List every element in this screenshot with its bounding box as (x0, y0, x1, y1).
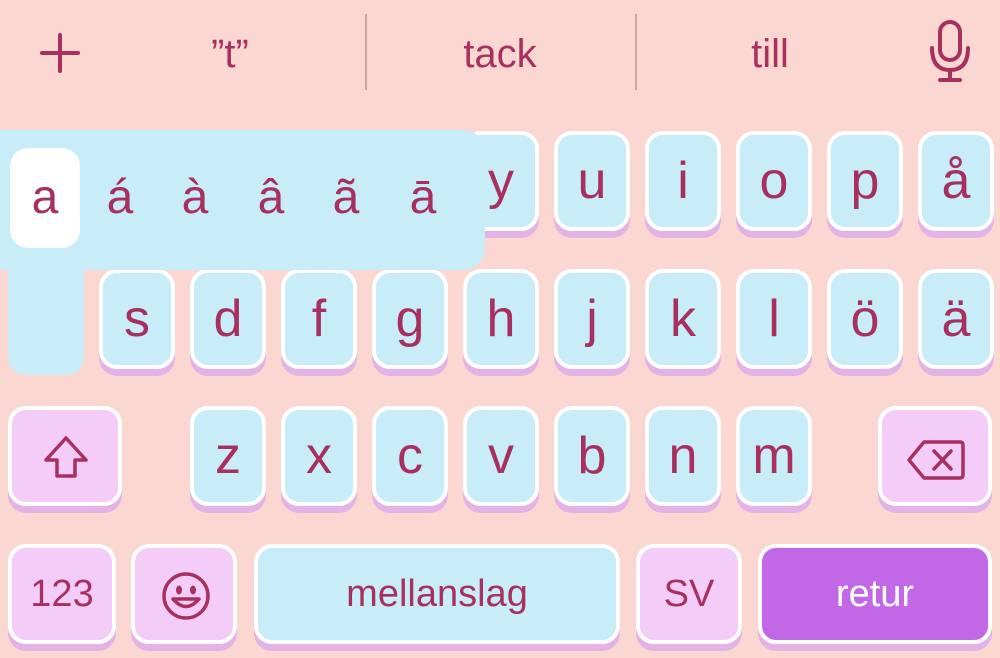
return-key[interactable]: retur (758, 544, 992, 644)
key-n[interactable]: n (645, 406, 721, 506)
key-i[interactable]: i (645, 131, 721, 231)
key-x[interactable]: x (281, 406, 357, 506)
emoji-key[interactable] (131, 544, 237, 644)
numbers-key[interactable]: 123 (8, 544, 116, 644)
suggestion-bar: ”t” tack till (0, 0, 1000, 105)
plus-icon[interactable] (40, 33, 80, 73)
key-p[interactable]: p (827, 131, 903, 231)
accent-option-a-macron[interactable]: ā (388, 148, 458, 248)
smiley-icon (162, 572, 210, 620)
key-k[interactable]: k (645, 269, 721, 369)
key-u[interactable]: u (554, 131, 630, 231)
backspace-icon (907, 440, 965, 480)
microphone-icon[interactable] (926, 18, 974, 84)
suggestion-1[interactable]: ”t” (150, 24, 310, 84)
accent-option-a-circumflex[interactable]: â (236, 148, 306, 248)
space-key[interactable]: mellanslag (254, 544, 620, 644)
key-v[interactable]: v (463, 406, 539, 506)
accent-option-a-tilde[interactable]: ã (311, 148, 381, 248)
language-key[interactable]: SV (636, 544, 742, 644)
key-d[interactable]: d (190, 269, 266, 369)
key-j[interactable]: j (554, 269, 630, 369)
key-a-ring[interactable]: å (918, 131, 994, 231)
shift-key[interactable] (8, 406, 122, 506)
key-a-umlaut[interactable]: ä (918, 269, 994, 369)
key-h[interactable]: h (463, 269, 539, 369)
key-z[interactable]: z (190, 406, 266, 506)
key-o[interactable]: o (736, 131, 812, 231)
accent-option-a[interactable]: a (10, 148, 80, 248)
suggestion-divider (635, 14, 637, 90)
accent-option-a-grave[interactable]: à (160, 148, 230, 248)
accent-popup-stem (8, 240, 84, 375)
suggestion-divider (365, 14, 367, 90)
suggestion-3[interactable]: till (690, 24, 850, 84)
shift-arrow-icon (44, 436, 88, 478)
key-f[interactable]: f (281, 269, 357, 369)
delete-key[interactable] (878, 406, 992, 506)
accent-option-a-acute[interactable]: á (85, 148, 155, 248)
key-g[interactable]: g (372, 269, 448, 369)
suggestion-2[interactable]: tack (410, 24, 590, 84)
key-s[interactable]: s (99, 269, 175, 369)
key-c[interactable]: c (372, 406, 448, 506)
key-l[interactable]: l (736, 269, 812, 369)
key-o-umlaut[interactable]: ö (827, 269, 903, 369)
key-b[interactable]: b (554, 406, 630, 506)
key-m[interactable]: m (736, 406, 812, 506)
